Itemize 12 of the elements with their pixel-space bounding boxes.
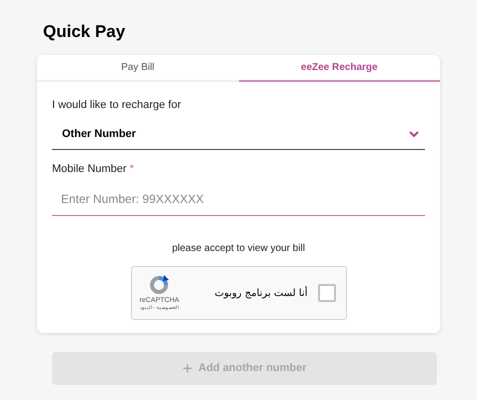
tab[interactable]: Pay Bill <box>37 55 238 82</box>
chevron-down-icon <box>409 130 419 138</box>
mobile-number-field[interactable]: Enter Number: 99XXXXXX <box>52 183 425 216</box>
page-title: Quick Pay <box>43 21 126 43</box>
recharge-select[interactable]: Other Number <box>52 120 425 150</box>
captcha-checkbox[interactable] <box>318 284 336 302</box>
field-label: I would like to recharge for <box>52 98 182 113</box>
recaptcha-logo-icon <box>147 274 172 296</box>
captcha-label: أنا لست برنامج روبوت <box>214 286 308 300</box>
tab[interactable]: eeZee Recharge <box>238 55 440 82</box>
field-label: Mobile Number * <box>52 162 134 176</box>
captcha-prompt: please accept to view your bill <box>172 242 305 256</box>
